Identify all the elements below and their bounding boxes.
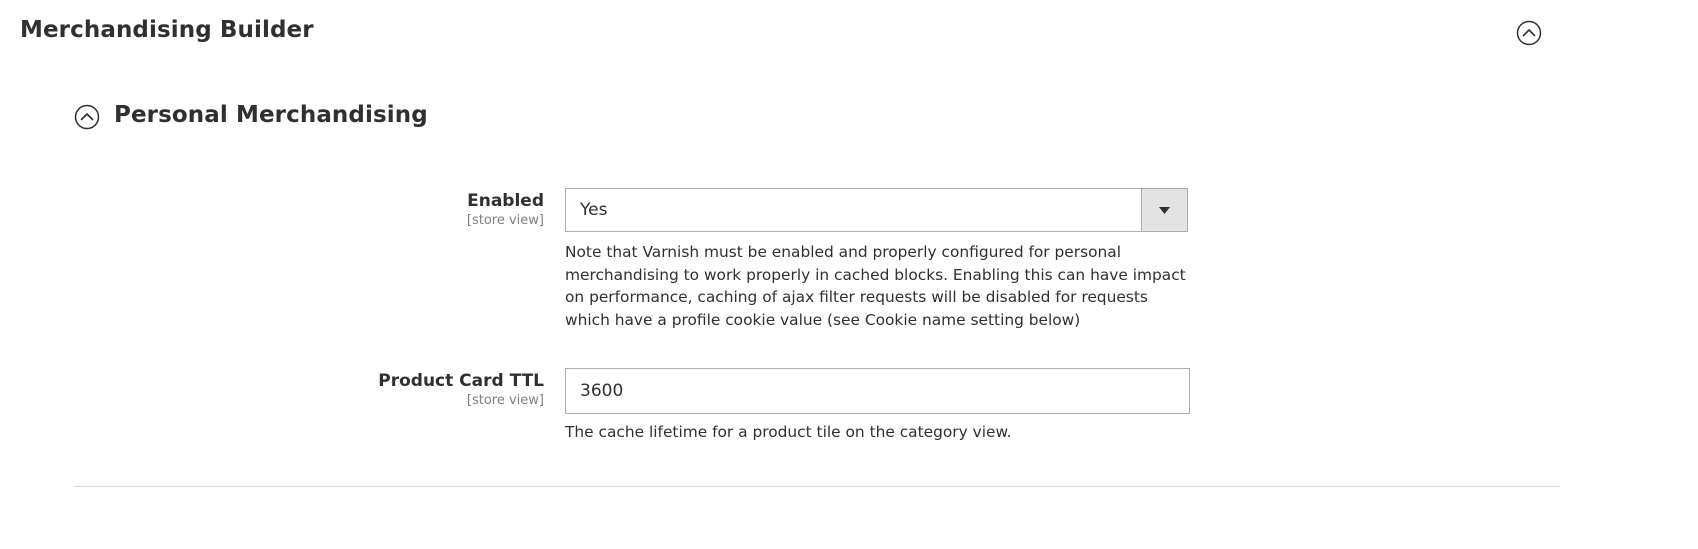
enabled-note-line: merchandising to work properly in cached… (565, 265, 1186, 284)
chevron-up-circle-icon (1516, 20, 1542, 46)
product-card-ttl-scope: [store view] (466, 393, 544, 408)
subsection-toggle-button[interactable] (74, 104, 100, 130)
enabled-scope: [store view] (466, 213, 544, 228)
enabled-label-text: Enabled (467, 191, 544, 211)
enabled-note: Note that Varnish must be enabled and pr… (565, 241, 1186, 331)
enabled-select-value: Yes (580, 200, 608, 220)
section-divider (74, 486, 1560, 487)
enabled-note-line: Note that Varnish must be enabled and pr… (565, 243, 1121, 261)
section-collapse-button[interactable] (1516, 20, 1542, 46)
enabled-label: Enabled [store view] (467, 190, 544, 230)
section-title: Merchandising Builder (20, 17, 314, 43)
select-dropdown-button[interactable] (1141, 189, 1187, 231)
product-card-ttl-label-text: Product Card TTL (378, 371, 544, 391)
chevron-up-circle-icon (74, 104, 100, 130)
enabled-note-line: on performance, caching of ajax filter r… (565, 288, 1148, 306)
enabled-note-line: which have a profile cookie value (see C… (565, 310, 1081, 329)
subsection-title[interactable]: Personal Merchandising (114, 99, 428, 131)
caret-down-icon (1159, 207, 1170, 214)
product-card-ttl-input[interactable] (565, 368, 1190, 414)
product-card-ttl-note: The cache lifetime for a product tile on… (565, 423, 1012, 441)
product-card-ttl-label: Product Card TTL [store view] (378, 370, 544, 410)
enabled-select[interactable]: Yes (565, 188, 1188, 232)
